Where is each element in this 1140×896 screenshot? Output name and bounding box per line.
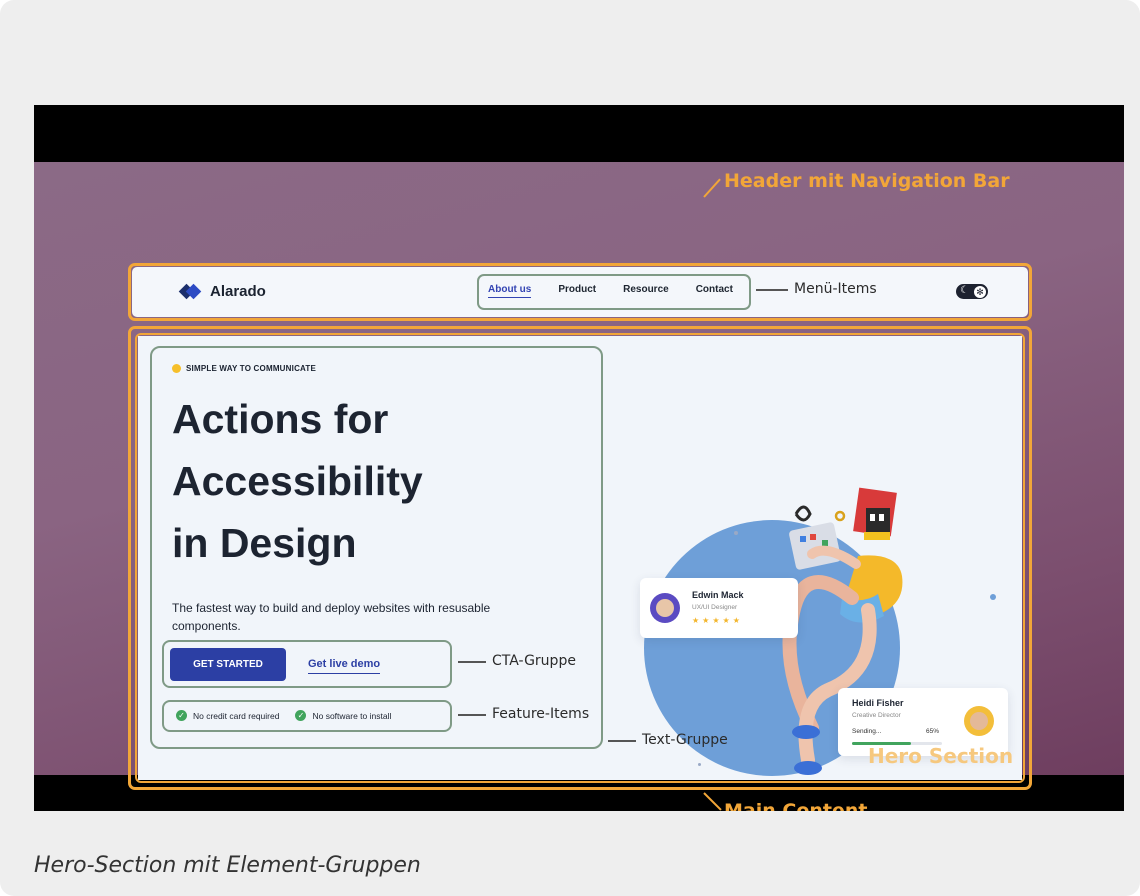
sunglasses-emoji-icon bbox=[172, 364, 181, 373]
text-group-annotation-line bbox=[608, 740, 636, 742]
main-content-annotation: Main Content bbox=[724, 800, 868, 811]
decor-dot bbox=[990, 594, 996, 600]
menu-annotation-line bbox=[756, 289, 788, 291]
main-nav: About us Product Resource Contact bbox=[488, 284, 733, 298]
figure-frame: Header mit Navigation Bar Alarado About … bbox=[0, 0, 1140, 896]
eyebrow: SIMPLE WAY TO COMMUNICATE bbox=[172, 364, 316, 373]
card-name: Edwin Mack bbox=[692, 590, 744, 600]
nav-item-resource[interactable]: Resource bbox=[623, 284, 669, 298]
live-demo-link[interactable]: Get live demo bbox=[308, 658, 381, 674]
hero-subtitle: The fastest way to build and deploy webs… bbox=[172, 601, 491, 633]
avatar bbox=[964, 706, 994, 736]
card-role: UX/UI Designer bbox=[692, 604, 738, 611]
card-role: Creative Director bbox=[852, 712, 901, 719]
sun-icon: ✻ bbox=[974, 285, 986, 298]
hero-section-annotation: Hero Section bbox=[868, 744, 1014, 768]
nav-item-product[interactable]: Product bbox=[558, 284, 596, 298]
feature-text: No software to install bbox=[312, 710, 392, 721]
headline-line-1: Actions for bbox=[172, 396, 389, 442]
nav-item-contact[interactable]: Contact bbox=[696, 284, 733, 298]
logo-mark-icon bbox=[178, 283, 202, 300]
embedded-screenshot: Header mit Navigation Bar Alarado About … bbox=[34, 105, 1124, 811]
eyebrow-text: SIMPLE WAY TO COMMUNICATE bbox=[186, 364, 317, 373]
progress-status: Sending... bbox=[852, 728, 882, 735]
profile-card-edwin: Edwin Mack UX/UI Designer ★★★★★ bbox=[640, 578, 798, 638]
feature-annotation-line bbox=[458, 714, 486, 716]
hero-headline: Actions for Accessibility in Design bbox=[172, 388, 572, 574]
feature-item: ✓ No credit card required bbox=[176, 710, 279, 721]
feature-items: ✓ No credit card required ✓ No software … bbox=[176, 710, 391, 721]
logo-text: Alarado bbox=[210, 283, 266, 300]
moon-icon: ☾ bbox=[960, 285, 969, 296]
headline-line-2: Accessibility bbox=[172, 458, 423, 504]
figure-caption: Hero-Section mit Element-Gruppen bbox=[34, 853, 421, 878]
check-icon: ✓ bbox=[176, 710, 187, 721]
check-icon: ✓ bbox=[295, 710, 307, 721]
cta-annotation-line bbox=[458, 661, 486, 663]
headline-line-3: in Design bbox=[172, 520, 357, 566]
card-name: Heidi Fisher bbox=[852, 698, 904, 708]
header-annotation: Header mit Navigation Bar bbox=[724, 170, 1010, 192]
header-annotation-line bbox=[703, 178, 721, 198]
feature-item: ✓ No software to install bbox=[295, 710, 391, 721]
avatar bbox=[650, 593, 680, 623]
site-header: Alarado About us Product Resource Contac… bbox=[132, 267, 1028, 317]
progress-percent: 65% bbox=[926, 728, 940, 735]
annotated-stage: Header mit Navigation Bar Alarado About … bbox=[34, 162, 1124, 811]
main-content-annotation-line bbox=[703, 792, 722, 811]
text-group-annotation: Text-Gruppe bbox=[642, 732, 728, 748]
menu-items-annotation: Menü-Items bbox=[794, 281, 877, 297]
theme-toggle[interactable]: ☾ ✻ bbox=[956, 284, 988, 299]
cta-group-annotation: CTA-Gruppe bbox=[492, 653, 576, 669]
decor-dot bbox=[698, 763, 701, 766]
decor-dot bbox=[734, 531, 738, 535]
star-rating-icon: ★★★★★ bbox=[692, 616, 743, 625]
feature-items-annotation: Feature-Items bbox=[492, 706, 590, 722]
get-started-button[interactable]: GET STARTED bbox=[170, 648, 286, 681]
logo[interactable]: Alarado bbox=[178, 283, 266, 300]
nav-item-about[interactable]: About us bbox=[488, 284, 532, 298]
feature-text: No credit card required bbox=[193, 710, 280, 721]
